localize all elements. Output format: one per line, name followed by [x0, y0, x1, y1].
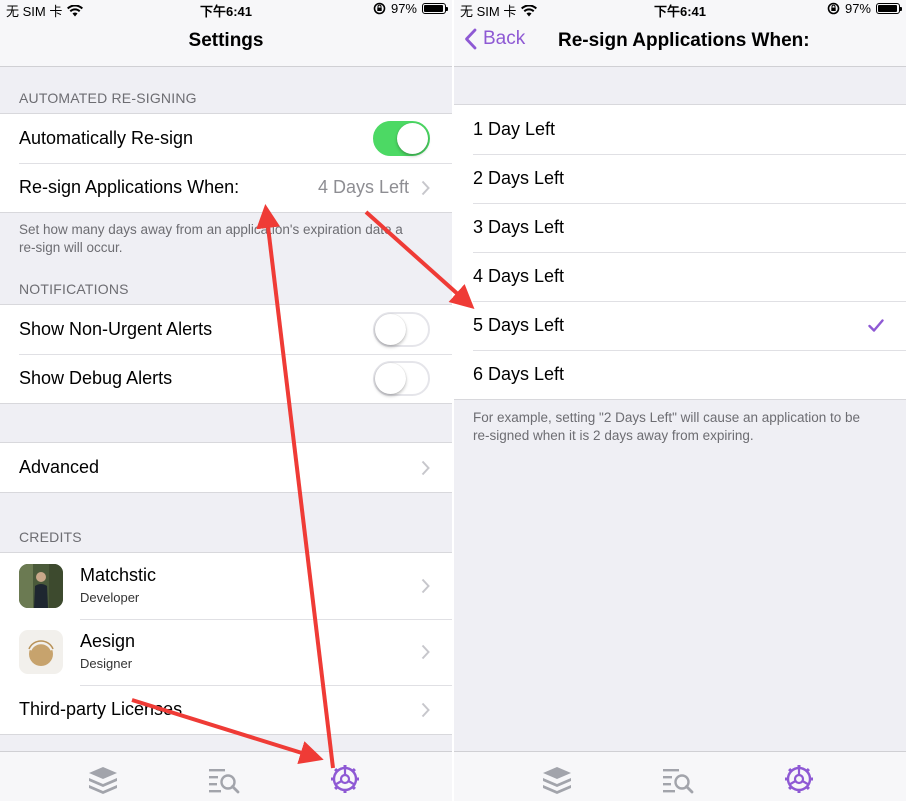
checkmark-icon	[868, 318, 884, 332]
tab-bar	[454, 751, 906, 801]
resign-footer: Set how many days away from an applicati…	[19, 222, 403, 255]
resign-when-label: Re-sign Applications When:	[19, 177, 240, 197]
option-label: 5 Days Left	[473, 315, 565, 335]
chevron-right-icon	[421, 578, 430, 594]
option-label: 6 Days Left	[473, 364, 565, 384]
battery-fill	[878, 5, 898, 12]
section-header-notifications: NOTIFICATIONS	[19, 281, 129, 297]
resign-when-value: 4 Days Left	[317, 177, 409, 197]
battery-icon	[876, 3, 902, 14]
orientation-lock-icon	[373, 2, 386, 15]
options-footer: For example, setting "2 Days Left" will …	[473, 410, 861, 443]
option-row[interactable]: 1 Day Left	[454, 105, 906, 154]
advanced-label: Advanced	[19, 457, 100, 477]
tab-bar	[0, 751, 452, 801]
nav-bar: Back Re-sign Applications When:	[454, 18, 906, 67]
credit-row-matchstic[interactable]: Matchstic Developer	[0, 553, 452, 619]
chevron-right-icon	[421, 460, 430, 475]
stack-icon[interactable]	[86, 764, 120, 794]
notifications-group: Show Non-Urgent Alerts Show Debug Alerts	[0, 304, 452, 404]
chevron-left-icon	[465, 28, 477, 50]
resign-when-screen: 无 SIM 卡 下午6:41 97% Back Re-sign Applicat…	[454, 0, 906, 801]
option-label: 3 Days Left	[473, 217, 565, 237]
licenses-label: Third-party Licenses	[19, 699, 183, 719]
option-label: 2 Days Left	[473, 168, 565, 188]
debug-alerts-toggle[interactable]	[373, 361, 430, 396]
auto-resign-label: Automatically Re-sign	[19, 128, 194, 148]
search-list-icon[interactable]	[661, 764, 695, 794]
non-urgent-alerts-label: Show Non-Urgent Alerts	[19, 319, 213, 339]
option-row[interactable]: 6 Days Left	[454, 350, 906, 399]
options-group: 1 Day Left 2 Days Left 3 Days Left 4 Days L…	[454, 104, 906, 400]
stack-icon[interactable]	[540, 764, 574, 794]
settings-gear-icon[interactable]	[328, 764, 362, 794]
option-row[interactable]: 2 Days Left	[454, 154, 906, 203]
section-header-automated: AUTOMATED RE-SIGNING	[19, 90, 197, 106]
chevron-right-icon	[421, 644, 430, 660]
option-row[interactable]: 5 Days Left	[454, 301, 906, 350]
non-urgent-alerts-toggle[interactable]	[373, 312, 430, 347]
page-title: Settings	[188, 30, 264, 51]
settings-gear-icon[interactable]	[782, 764, 816, 794]
credits-group: Matchstic Developer Aesign Designer Thir…	[0, 552, 452, 735]
debug-alerts-row: Show Debug Alerts	[0, 354, 452, 403]
chevron-right-icon	[421, 702, 430, 717]
battery-fill	[424, 5, 444, 12]
licenses-row[interactable]: Third-party Licenses	[0, 685, 452, 734]
aesign-avatar	[19, 630, 63, 674]
status-bar: 无 SIM 卡 下午6:41 97%	[0, 0, 452, 19]
battery-percent: 97%	[390, 1, 417, 16]
credit-role: Designer	[80, 656, 133, 671]
back-label: Back	[483, 28, 526, 49]
credit-row-aesign[interactable]: Aesign Designer	[0, 619, 452, 685]
option-label: 1 Day Left	[473, 119, 556, 139]
section-header-credits: CREDITS	[19, 529, 82, 545]
status-bar: 无 SIM 卡 下午6:41 97%	[454, 0, 906, 19]
resign-when-row[interactable]: Re-sign Applications When: 4 Days Left	[0, 163, 452, 212]
credit-role: Developer	[80, 590, 140, 605]
debug-alerts-label: Show Debug Alerts	[19, 368, 173, 388]
credit-name: Aesign	[80, 631, 136, 651]
option-row[interactable]: 4 Days Left	[454, 252, 906, 301]
auto-resign-row: Automatically Re-sign	[0, 114, 452, 163]
battery-icon	[422, 3, 448, 14]
battery-percent: 97%	[844, 1, 871, 16]
settings-screen: 无 SIM 卡 下午6:41 97% Settings AUTOMATED RE…	[0, 0, 452, 801]
advanced-group: Advanced	[0, 442, 452, 493]
non-urgent-alerts-row: Show Non-Urgent Alerts	[0, 305, 452, 354]
matchstic-avatar	[19, 564, 63, 608]
page-title: Re-sign Applications When:	[558, 30, 810, 51]
orientation-lock-icon	[827, 2, 840, 15]
option-row[interactable]: 3 Days Left	[454, 203, 906, 252]
back-button[interactable]: Back	[464, 28, 525, 50]
auto-resign-toggle[interactable]	[373, 121, 430, 156]
chevron-right-icon	[421, 180, 430, 195]
nav-bar: Settings	[0, 18, 452, 67]
option-label: 4 Days Left	[473, 266, 565, 286]
search-list-icon[interactable]	[207, 764, 241, 794]
automated-group: Automatically Re-sign Re-sign Applicatio…	[0, 113, 452, 213]
credit-name: Matchstic	[80, 565, 157, 585]
advanced-row[interactable]: Advanced	[0, 443, 452, 492]
